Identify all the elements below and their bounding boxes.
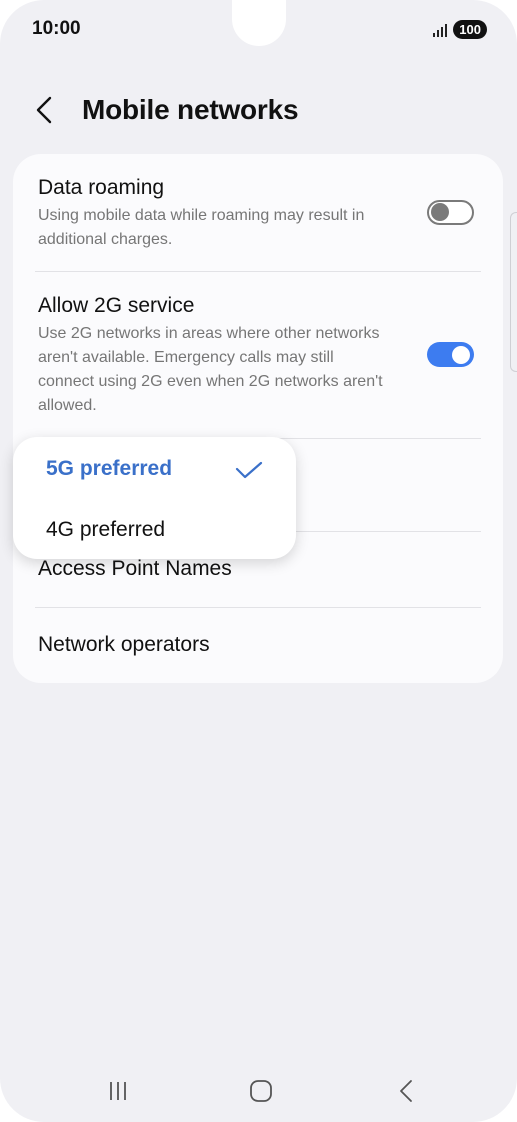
data-roaming-toggle[interactable] <box>427 200 474 225</box>
setting-network-operators[interactable]: Network operators <box>38 633 478 657</box>
option-4g-preferred[interactable]: 4G preferred <box>46 518 165 542</box>
setting-allow-2g[interactable]: Allow 2G service Use 2G networks in area… <box>38 294 478 418</box>
data-roaming-description: Using mobile data while roaming may resu… <box>38 207 365 248</box>
page-title: Mobile networks <box>82 94 299 125</box>
allow-2g-description: Use 2G networks in areas where other net… <box>38 325 383 414</box>
navigation-bar <box>0 1066 517 1116</box>
allow-2g-title: Allow 2G service <box>38 294 195 317</box>
access-point-names-title: Access Point Names <box>38 557 232 580</box>
settings-card: Data roaming Using mobile data while roa… <box>13 154 503 683</box>
setting-data-roaming[interactable]: Data roaming Using mobile data while roa… <box>38 176 478 252</box>
setting-access-point-names[interactable]: Access Point Names <box>38 557 478 581</box>
home-icon[interactable] <box>241 1076 281 1106</box>
network-operators-title: Network operators <box>38 633 210 656</box>
scroll-indicator <box>510 212 517 372</box>
signal-icon <box>433 23 448 37</box>
data-roaming-title: Data roaming <box>38 176 165 199</box>
status-icons: 100 <box>433 20 487 39</box>
camera-notch <box>232 0 286 46</box>
battery-indicator: 100 <box>453 20 487 39</box>
divider <box>35 607 481 608</box>
back-icon[interactable] <box>386 1076 426 1106</box>
check-icon <box>235 461 263 484</box>
back-arrow-icon[interactable] <box>36 88 66 132</box>
network-mode-popup: 5G preferred 4G preferred <box>13 437 296 559</box>
recents-icon[interactable] <box>98 1076 138 1106</box>
status-time: 10:00 <box>32 18 81 39</box>
screen: 10:00 100 Mobile networks Data roaming U… <box>0 0 517 1122</box>
option-5g-preferred[interactable]: 5G preferred <box>46 457 172 481</box>
app-header: Mobile networks <box>36 88 299 132</box>
divider <box>35 271 481 272</box>
allow-2g-toggle[interactable] <box>427 342 474 367</box>
